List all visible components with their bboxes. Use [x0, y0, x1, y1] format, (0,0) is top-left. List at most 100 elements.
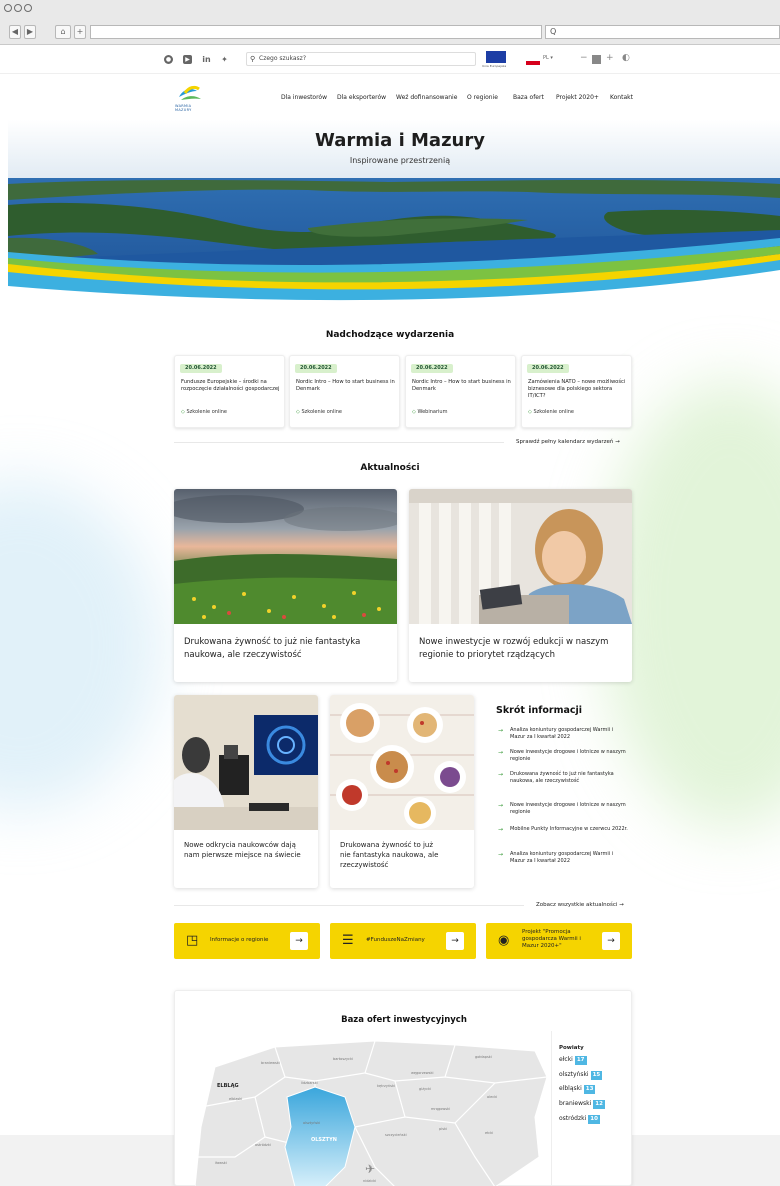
nav-item-project[interactable]: Projekt 2020+: [556, 94, 599, 101]
map-title: Baza ofert inwestycyjnych: [341, 1015, 467, 1025]
short-info-text: Drukowana żywność to już nie fantastyka …: [510, 771, 614, 784]
event-date: 20.06.2022: [295, 364, 337, 373]
legend-item[interactable]: elbląski 13: [559, 1085, 596, 1094]
address-bar[interactable]: [90, 25, 542, 39]
arrow-right-icon: →: [498, 851, 504, 858]
event-tag: ◇ Szkolenie online: [296, 409, 342, 415]
font-increase-button[interactable]: +: [606, 53, 614, 63]
contrast-icon[interactable]: ◐: [622, 53, 630, 63]
nav-item-investors[interactable]: Dla inwestorów: [281, 94, 327, 101]
legend-item[interactable]: braniewski 12: [559, 1100, 605, 1109]
cta-region-info[interactable]: ◳ Informacje o regionie →: [174, 923, 320, 959]
youtube-icon[interactable]: ▶: [183, 55, 192, 64]
cta-funds[interactable]: ☰ #FunduszeNaZmiany →: [330, 923, 476, 959]
county-label: mrągowski: [431, 1107, 451, 1111]
legend-count: 13: [583, 1085, 596, 1094]
county-label: nidzicki: [363, 1179, 377, 1183]
arrow-right-icon: →: [498, 826, 504, 833]
news-title: Drukowana żywność to już nie fantastyka …: [340, 841, 439, 869]
event-tag: ◇ Szkolenie online: [528, 409, 574, 415]
browser-search-field[interactable]: Q: [545, 25, 780, 39]
nav-item-offers[interactable]: Baza ofert: [513, 94, 544, 101]
arrow-right-icon: →: [498, 771, 504, 778]
legend-item[interactable]: ostródzki 10: [559, 1115, 600, 1124]
news-title: Nowe odkrycia naukowców dają nam pierwsz…: [184, 841, 301, 859]
city-label-elblag: ELBLĄG: [217, 1083, 239, 1089]
font-decrease-button[interactable]: −: [580, 53, 588, 63]
event-date: 20.06.2022: [527, 364, 569, 373]
zoom-dot[interactable]: [24, 4, 32, 12]
font-default-button[interactable]: [592, 55, 601, 64]
poland-flag-icon[interactable]: [526, 57, 540, 65]
news-card[interactable]: Nowe inwestycje w rozwój edukcji w naszy…: [409, 489, 632, 682]
county-label: piski: [439, 1127, 448, 1131]
events-title: Nadchodzące wydarzenia: [325, 330, 455, 340]
microscope-lab-image: [174, 695, 318, 830]
map-legend-divider: [551, 1031, 552, 1186]
news-card[interactable]: Drukowana żywność to już nie fantastyka …: [330, 695, 474, 888]
close-dot[interactable]: [4, 4, 12, 12]
cta-project[interactable]: ◉ Projekt "Promocja gospodarcza Warmii i…: [486, 923, 632, 959]
short-info-item[interactable]: → Mobilne Punkty Informacyjne w czerwcu 2…: [498, 826, 628, 833]
event-date: 20.06.2022: [180, 364, 222, 373]
calendar-link[interactable]: Sprawdź pełny kalendarz wydarzeń →: [516, 439, 620, 445]
arrow-right-icon: →: [446, 932, 464, 950]
event-title: Nordic Intro – How to start business in …: [296, 379, 395, 392]
signal-icon: ◳: [186, 933, 199, 948]
short-info-item[interactable]: → Analiza koniuntury gospodarczej Warmii …: [498, 851, 628, 865]
all-news-link[interactable]: Zobacz wszystkie aktualności →: [536, 902, 624, 908]
news-card[interactable]: Drukowana żywność to już nie fantastyka …: [174, 489, 397, 682]
twitter-icon[interactable]: ✦: [220, 55, 229, 64]
region-map[interactable]: ELBLĄG OLSZTYN ✈: [195, 1037, 555, 1186]
new-tab-button[interactable]: +: [74, 25, 86, 39]
nav-item-region[interactable]: O regionie: [467, 94, 498, 101]
short-info-text: Analiza koniuntury gospodarczej Warmii i…: [510, 727, 614, 740]
language-select[interactable]: PL ▾: [543, 55, 553, 61]
forward-button[interactable]: ▶: [24, 25, 36, 39]
legend-title: Powiaty: [559, 1045, 584, 1051]
github-icon[interactable]: ●: [164, 55, 173, 64]
short-info-item[interactable]: → Analiza koniuntury gospodarczej Warmii …: [498, 727, 628, 741]
nav-item-funding[interactable]: Weź dofinansowanie: [396, 94, 457, 101]
short-info-item[interactable]: → Drukowana żywność to już nie fantastyka…: [498, 771, 628, 785]
section-divider: [174, 905, 524, 906]
county-label: ełcki: [485, 1131, 494, 1135]
legend-name: ostródzki: [559, 1115, 587, 1122]
search-placeholder: Czego szukasz?: [259, 55, 307, 62]
back-button[interactable]: ◀: [9, 25, 21, 39]
minimize-dot[interactable]: [14, 4, 22, 12]
linkedin-icon[interactable]: in: [202, 55, 211, 64]
legend-item[interactable]: ełcki 17: [559, 1056, 587, 1065]
chart-circle-icon: ◉: [498, 933, 510, 948]
news-title: Drukowana żywność to już nie fantastyka …: [184, 637, 361, 660]
county-label: węgorzewski: [411, 1071, 434, 1075]
legend-name: braniewski: [559, 1100, 592, 1107]
short-info-item[interactable]: → Nowe inwestycje drogowe i lotnicze w na…: [498, 749, 628, 763]
section-divider: [174, 442, 504, 443]
event-tag: ◇ Webinarium: [412, 409, 447, 415]
county-label: bartoszycki: [333, 1057, 353, 1061]
logo-text: WARMIA MAZURY: [175, 104, 192, 112]
short-info-title: Skrót informacji: [496, 705, 583, 716]
event-card[interactable]: 20.06.2022 Nordic Intro – How to start b…: [405, 355, 516, 428]
event-card[interactable]: 20.06.2022 Fundusze Europejskie – środki…: [174, 355, 285, 428]
legend-item[interactable]: olsztyński 15: [559, 1071, 603, 1080]
arrow-right-icon: →: [498, 802, 504, 809]
tag-icon: ◇: [528, 409, 532, 415]
event-card[interactable]: 20.06.2022 Zamówienia NATO – nowe możliw…: [521, 355, 632, 428]
short-info-item[interactable]: → Nowe inwestycje drogowe i lotnicze w na…: [498, 802, 628, 816]
nav-item-exporters[interactable]: Dla eksporterów: [337, 94, 386, 101]
cta-label: #FunduszeNaZmiany: [366, 937, 425, 943]
home-icon[interactable]: ⌂: [55, 25, 71, 39]
news-card[interactable]: Nowe odkrycia naukowców dają nam pierwsz…: [174, 695, 318, 888]
county-label: ostródzki: [255, 1143, 271, 1147]
short-info-text: Nowe inwestycje drogowe i lotnicze w nas…: [510, 802, 626, 815]
eu-label: Unia Europejska: [482, 64, 507, 68]
arrow-right-icon: →: [602, 932, 620, 950]
coins-icon: ☰: [342, 933, 354, 948]
site-search-input[interactable]: ⚲ Czego szukasz?: [246, 52, 476, 66]
tag-icon: ◇: [412, 409, 416, 415]
event-card[interactable]: 20.06.2022 Nordic Intro – How to start b…: [289, 355, 400, 428]
cta-label: Informacje o regionie: [210, 937, 269, 943]
nav-item-contact[interactable]: Kontakt: [610, 94, 633, 101]
